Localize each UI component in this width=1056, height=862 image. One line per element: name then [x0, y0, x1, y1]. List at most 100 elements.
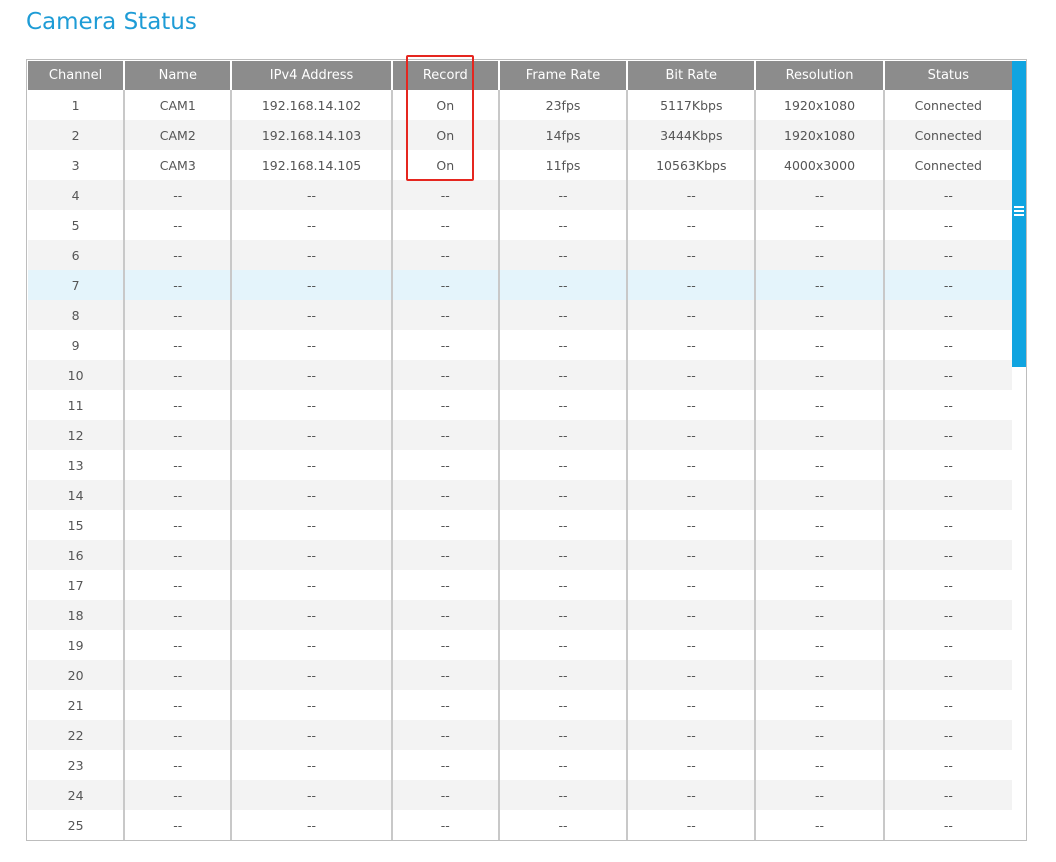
table-row[interactable]: 15 -- -- -- -- -- -- -- — [28, 510, 1012, 540]
cell-name: -- — [124, 720, 233, 750]
cell-channel: 14 — [28, 480, 126, 510]
column-header-channel[interactable]: Channel — [28, 61, 126, 90]
table-row[interactable]: 16 -- -- -- -- -- -- -- — [28, 540, 1012, 570]
cell-resolution: -- — [755, 180, 885, 210]
cell-status: -- — [883, 540, 1012, 570]
cell-resolution: -- — [755, 540, 885, 570]
table-row[interactable]: 4 -- -- -- -- -- -- -- — [28, 180, 1012, 210]
table-row[interactable]: 25 -- -- -- -- -- -- -- — [28, 810, 1012, 840]
cell-channel: 24 — [28, 780, 126, 810]
table-row[interactable]: 18 -- -- -- -- -- -- -- — [28, 600, 1012, 630]
table-row[interactable]: 21 -- -- -- -- -- -- -- — [28, 690, 1012, 720]
cell-resolution: -- — [755, 660, 885, 690]
cell-channel: 22 — [28, 720, 126, 750]
cell-name: -- — [124, 210, 233, 240]
cell-resolution: 4000x3000 — [755, 150, 885, 180]
cell-bit-rate: -- — [627, 600, 757, 630]
camera-status-table-container: Channel Name IPv4 Address Record Frame R… — [26, 59, 1027, 841]
column-header-frame-rate[interactable]: Frame Rate — [498, 61, 629, 90]
scrollbar-thumb[interactable] — [1012, 61, 1026, 367]
cell-name: -- — [124, 390, 233, 420]
cell-name: -- — [124, 360, 233, 390]
cell-ipv4-address: -- — [231, 600, 393, 630]
table-header-row: Channel Name IPv4 Address Record Frame R… — [28, 61, 1012, 90]
cell-resolution: -- — [755, 420, 885, 450]
cell-status: -- — [883, 570, 1012, 600]
cell-resolution: -- — [755, 240, 885, 270]
cell-bit-rate: -- — [627, 660, 757, 690]
cell-bit-rate: -- — [627, 240, 757, 270]
cell-name: -- — [124, 660, 233, 690]
cell-ipv4-address: -- — [231, 480, 393, 510]
cell-frame-rate: 14fps — [498, 120, 629, 150]
cell-record: -- — [391, 450, 500, 480]
table-row[interactable]: 11 -- -- -- -- -- -- -- — [28, 390, 1012, 420]
cell-name: -- — [124, 510, 233, 540]
cell-record: -- — [391, 600, 500, 630]
table-row[interactable]: 20 -- -- -- -- -- -- -- — [28, 660, 1012, 690]
cell-frame-rate: -- — [498, 630, 629, 660]
cell-record: -- — [391, 330, 500, 360]
table-row[interactable]: 17 -- -- -- -- -- -- -- — [28, 570, 1012, 600]
cell-bit-rate: -- — [627, 570, 757, 600]
cell-resolution: -- — [755, 330, 885, 360]
cell-status: Connected — [883, 90, 1012, 120]
table-row[interactable]: 8 -- -- -- -- -- -- -- — [28, 300, 1012, 330]
cell-record: -- — [391, 780, 500, 810]
cell-resolution: -- — [755, 750, 885, 780]
cell-resolution: -- — [755, 720, 885, 750]
cell-status: Connected — [883, 150, 1012, 180]
cell-status: -- — [883, 810, 1012, 840]
cell-name: -- — [124, 780, 233, 810]
cell-record: -- — [391, 180, 500, 210]
table-row[interactable]: 24 -- -- -- -- -- -- -- — [28, 780, 1012, 810]
table-row[interactable]: 14 -- -- -- -- -- -- -- — [28, 480, 1012, 510]
table-row[interactable]: 5 -- -- -- -- -- -- -- — [28, 210, 1012, 240]
cell-channel: 15 — [28, 510, 126, 540]
cell-ipv4-address: -- — [231, 780, 393, 810]
table-row[interactable]: 12 -- -- -- -- -- -- -- — [28, 420, 1012, 450]
cell-ipv4-address: -- — [231, 300, 393, 330]
cell-bit-rate: -- — [627, 540, 757, 570]
column-header-resolution[interactable]: Resolution — [755, 61, 885, 90]
cell-name: CAM2 — [124, 120, 233, 150]
cell-status: -- — [883, 750, 1012, 780]
cell-bit-rate: -- — [627, 420, 757, 450]
cell-name: -- — [124, 570, 233, 600]
cell-record: On — [391, 150, 500, 180]
column-header-status[interactable]: Status — [883, 61, 1012, 90]
table-row[interactable]: 22 -- -- -- -- -- -- -- — [28, 720, 1012, 750]
cell-channel: 7 — [28, 270, 126, 300]
table-row[interactable]: 10 -- -- -- -- -- -- -- — [28, 360, 1012, 390]
cell-record: On — [391, 120, 500, 150]
table-row[interactable]: 19 -- -- -- -- -- -- -- — [28, 630, 1012, 660]
cell-bit-rate: 3444Kbps — [627, 120, 757, 150]
column-header-ipv4-address[interactable]: IPv4 Address — [231, 61, 393, 90]
cell-bit-rate: -- — [627, 390, 757, 420]
cell-bit-rate: 10563Kbps — [627, 150, 757, 180]
cell-ipv4-address: -- — [231, 570, 393, 600]
column-header-bit-rate[interactable]: Bit Rate — [627, 61, 757, 90]
cell-frame-rate: -- — [498, 180, 629, 210]
table-row[interactable]: 3 CAM3 192.168.14.105 On 11fps 10563Kbps 4000x… — [28, 150, 1012, 180]
table-row[interactable]: 7 -- -- -- -- -- -- -- — [28, 270, 1012, 300]
table-row[interactable]: 6 -- -- -- -- -- -- -- — [28, 240, 1012, 270]
column-header-record[interactable]: Record — [391, 61, 500, 90]
cell-frame-rate: -- — [498, 750, 629, 780]
table-row[interactable]: 23 -- -- -- -- -- -- -- — [28, 750, 1012, 780]
table-row[interactable]: 2 CAM2 192.168.14.103 On 14fps 3444Kbps 1920x1… — [28, 120, 1012, 150]
cell-status: -- — [883, 720, 1012, 750]
cell-channel: 8 — [28, 300, 126, 330]
cell-channel: 9 — [28, 330, 126, 360]
table-row[interactable]: 13 -- -- -- -- -- -- -- — [28, 450, 1012, 480]
cell-bit-rate: -- — [627, 330, 757, 360]
table-row[interactable]: 9 -- -- -- -- -- -- -- — [28, 330, 1012, 360]
cell-ipv4-address: -- — [231, 720, 393, 750]
column-header-name[interactable]: Name — [124, 61, 233, 90]
cell-name: -- — [124, 330, 233, 360]
table-row[interactable]: 1 CAM1 192.168.14.102 On 23fps 5117Kbps 1920x1… — [28, 90, 1012, 120]
camera-status-table: Channel Name IPv4 Address Record Frame R… — [28, 61, 1012, 840]
cell-status: -- — [883, 420, 1012, 450]
cell-bit-rate: 5117Kbps — [627, 90, 757, 120]
cell-resolution: -- — [755, 480, 885, 510]
